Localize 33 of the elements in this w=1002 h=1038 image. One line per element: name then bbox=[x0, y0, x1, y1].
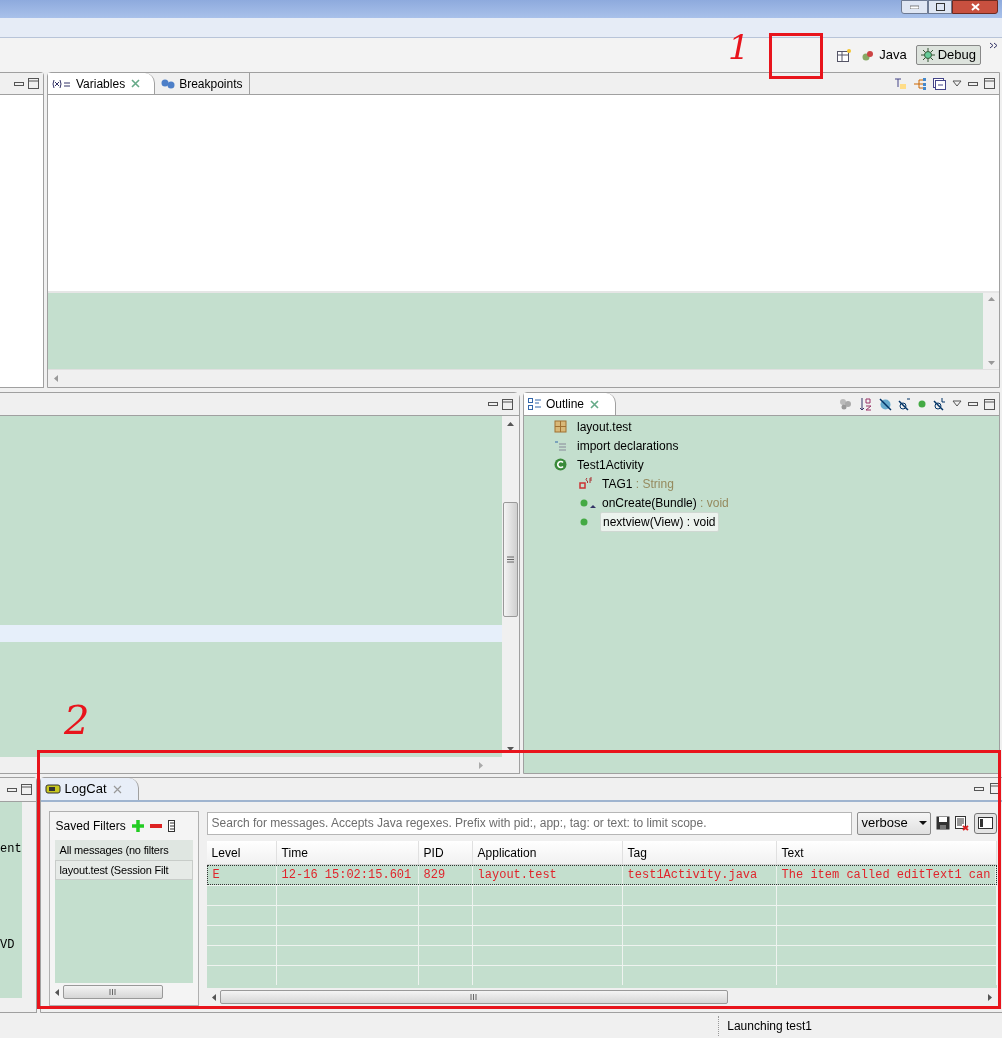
view-tab[interactable]: LogCat bbox=[40, 778, 139, 800]
outline-item[interactable]: layout.test bbox=[575, 417, 634, 436]
status-message: Launching test1 bbox=[727, 1017, 812, 1035]
column-header[interactable]: Text bbox=[776, 841, 998, 864]
table-cell: test1Activity.java bbox=[622, 866, 777, 884]
filter-item[interactable]: All messages (no filters bbox=[54, 840, 193, 860]
outline-item[interactable]: onCreate(Bundle) : void bbox=[600, 493, 731, 512]
perspective-button[interactable]: Java bbox=[859, 45, 910, 65]
column-header[interactable]: PID bbox=[418, 841, 473, 864]
outline-item[interactable]: nextview(View) : void bbox=[600, 511, 719, 532]
annotation-label: 1 bbox=[728, 30, 750, 64]
search-field[interactable]: Search for messages. Accepts Java regexes. Prefix with pid:, app:, tag: or text: to limit scope. bbox=[206, 811, 853, 835]
column-header[interactable]: Tag bbox=[622, 841, 777, 864]
column-header[interactable]: Time bbox=[276, 841, 419, 864]
table-cell: The item called editText1 can bbox=[776, 866, 997, 884]
table-cell: 12-16 15:02:15.601 bbox=[276, 866, 419, 884]
annotation-label: 2 bbox=[64, 700, 90, 740]
column-header[interactable]: Application bbox=[472, 841, 623, 864]
log-level-dropdown[interactable]: verbose bbox=[857, 811, 932, 835]
saved-filters-label: Saved Filters bbox=[55, 818, 126, 835]
view-tab[interactable]: Variables bbox=[48, 73, 156, 94]
filter-item[interactable]: layout.test (Session Filt bbox=[54, 860, 193, 880]
table-cell: 829 bbox=[418, 866, 473, 884]
outline-item[interactable]: import declarations bbox=[575, 436, 681, 455]
table-cell: layout.test bbox=[472, 866, 623, 884]
table-cell: E bbox=[207, 866, 277, 884]
console-text: VD bbox=[0, 937, 16, 952]
view-tab[interactable]: Outline bbox=[524, 393, 617, 415]
column-header[interactable]: Level bbox=[206, 841, 277, 864]
perspective-button[interactable]: Debug bbox=[915, 45, 981, 65]
outline-item[interactable]: TAG1 : String bbox=[600, 474, 676, 493]
console-text: ent bbox=[0, 841, 22, 856]
outline-item[interactable]: Test1Activity bbox=[575, 455, 646, 474]
